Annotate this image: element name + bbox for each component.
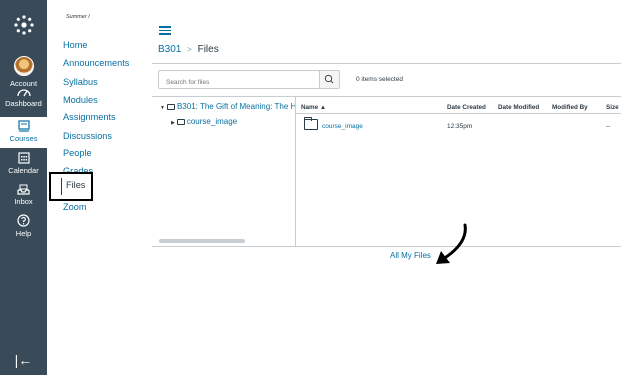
course-nav-people[interactable]: People (63, 148, 92, 158)
course-nav-assignments[interactable]: Assignments (63, 112, 116, 122)
tree-root-label: B301: The Gift of Meaning: The H (176, 102, 296, 111)
canvas-logo-icon[interactable] (0, 14, 47, 48)
breadcrumb-page: Files (197, 44, 219, 55)
course-nav-zoom[interactable]: Zoom (63, 202, 87, 212)
selection-count: 0 items selected (356, 76, 403, 83)
nav-inbox[interactable]: Inbox (0, 184, 47, 206)
course-nav-syllabus[interactable]: Syllabus (63, 77, 98, 87)
breadcrumb-separator: > (187, 45, 192, 54)
avatar (13, 56, 34, 76)
nav-help[interactable]: Help (0, 214, 47, 238)
annotation-arrow-icon (436, 223, 467, 264)
active-indicator (61, 178, 62, 195)
search-icon (324, 74, 334, 84)
size-cell: -- (606, 123, 611, 130)
course-nav-discussions[interactable]: Discussions (63, 131, 112, 141)
header-divider (152, 63, 621, 64)
nav-calendar-label: Calendar (8, 166, 39, 175)
courses-icon (17, 120, 30, 132)
course-nav-home[interactable]: Home (63, 40, 88, 50)
nav-dashboard-label: Dashboard (5, 99, 42, 108)
all-my-files-link[interactable]: All My Files (390, 251, 431, 260)
search-button[interactable] (319, 70, 340, 89)
collapse-nav-button[interactable]: |← (0, 353, 47, 367)
nav-inbox-label: Inbox (14, 197, 33, 206)
folder-icon (176, 119, 185, 125)
column-header-date-modified[interactable]: Date Modified (498, 104, 539, 111)
nav-calendar[interactable]: Calendar (0, 152, 47, 175)
footer-divider (152, 246, 621, 247)
nav-help-label: Help (15, 229, 32, 238)
search-input[interactable] (158, 70, 320, 89)
breadcrumb: B301 > Files (158, 44, 219, 55)
global-nav: Account Dashboard Courses Calendar Inbox (0, 0, 47, 375)
column-header-name[interactable]: Name ▲ (301, 104, 326, 111)
course-nav-files[interactable]: Files (66, 180, 85, 190)
folder-icon (304, 117, 318, 130)
inbox-icon (17, 184, 30, 195)
breadcrumb-course-link[interactable]: B301 (158, 44, 181, 55)
calendar-icon (17, 152, 30, 164)
hamburger-menu-icon[interactable] (159, 26, 171, 35)
dashboard-icon (16, 89, 31, 97)
date-created-cell: 12:35pm (447, 123, 473, 130)
collapse-triangle-icon[interactable]: ▶ (171, 120, 175, 126)
nav-account[interactable]: Account (0, 56, 47, 88)
tree-root-folder[interactable]: ▼ B301: The Gift of Meaning: The H (160, 102, 296, 111)
table-header-divider (296, 113, 621, 114)
nav-dashboard[interactable]: Dashboard (0, 87, 47, 108)
tree-child-folder[interactable]: ▶ course_image (171, 117, 237, 126)
folder-icon (166, 104, 175, 110)
help-icon (17, 214, 30, 227)
term-label: Summer I (66, 14, 90, 20)
file-name-link[interactable]: course_image (322, 123, 363, 130)
column-header-size[interactable]: Size (606, 104, 619, 111)
column-header-date-created[interactable]: Date Created (447, 104, 486, 111)
nav-courses-label: Courses (9, 134, 38, 143)
folder-tree: ▼ B301: The Gift of Meaning: The H ▶ cours… (152, 97, 296, 247)
nav-courses[interactable]: Courses (0, 117, 47, 148)
tree-scrollbar[interactable] (159, 239, 245, 243)
column-header-modified-by[interactable]: Modified By (552, 104, 588, 111)
course-nav-modules[interactable]: Modules (63, 95, 98, 105)
course-nav-announcements[interactable]: Announcements (63, 58, 129, 68)
tree-child-label: course_image (186, 117, 238, 126)
expand-triangle-icon[interactable]: ▼ (160, 105, 165, 111)
